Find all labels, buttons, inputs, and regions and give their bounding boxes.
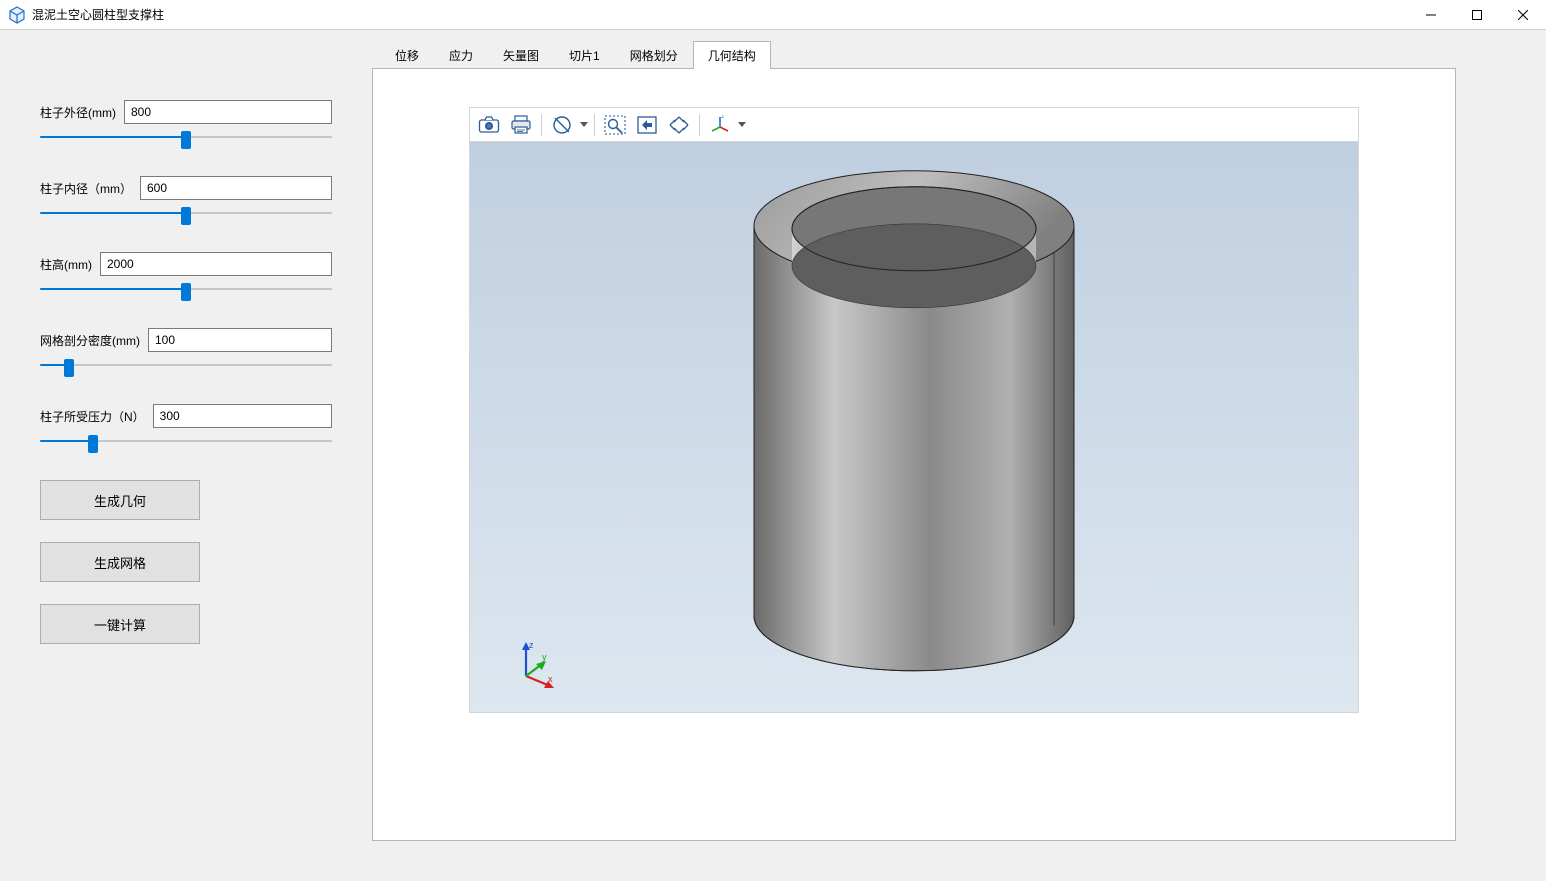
close-button[interactable]: [1500, 0, 1546, 30]
window-title: 混泥土空心圆柱型支撑柱: [32, 6, 164, 23]
viewport-canvas[interactable]: z x y: [469, 141, 1359, 713]
param-label: 柱子内径（mm）: [40, 180, 132, 197]
param-height: 柱高(mm): [40, 252, 332, 296]
tab-displacement[interactable]: 位移: [380, 41, 434, 69]
lock-dropdown[interactable]: [579, 122, 589, 128]
mesh-density-input[interactable]: [148, 328, 332, 352]
force-slider[interactable]: [40, 434, 332, 448]
fit-view-icon[interactable]: [632, 111, 662, 139]
force-input[interactable]: [153, 404, 332, 428]
titlebar: 混泥土空心圆柱型支撑柱: [0, 0, 1546, 30]
camera-icon[interactable]: [474, 111, 504, 139]
param-outer-diameter: 柱子外径(mm): [40, 100, 332, 144]
main-panel: 位移 应力 矢量图 切片1 网格划分 几何结构: [372, 30, 1546, 881]
toolbar-separator: [699, 114, 700, 136]
gizmo-x-label: x: [548, 674, 553, 684]
compute-button[interactable]: 一键计算: [40, 604, 200, 644]
hollow-cylinder-model: [734, 141, 1094, 696]
axes-view-icon[interactable]: z: [705, 111, 735, 139]
param-label: 柱子所受压力（N）: [40, 408, 145, 425]
minimize-button[interactable]: [1408, 0, 1454, 30]
viewer-toolbar: z: [469, 107, 1359, 141]
maximize-button[interactable]: [1454, 0, 1500, 30]
param-label: 网格剖分密度(mm): [40, 332, 140, 349]
tab-vector[interactable]: 矢量图: [488, 41, 554, 69]
app-icon: [8, 6, 26, 24]
axis-gizmo: z x y: [512, 642, 556, 690]
print-icon[interactable]: [506, 111, 536, 139]
toolbar-separator: [541, 114, 542, 136]
inner-diameter-input[interactable]: [140, 176, 332, 200]
lock-icon[interactable]: [547, 111, 577, 139]
param-label: 柱高(mm): [40, 256, 92, 273]
toolbar-separator: [594, 114, 595, 136]
svg-text:z: z: [721, 115, 724, 120]
height-input[interactable]: [100, 252, 332, 276]
generate-mesh-button[interactable]: 生成网格: [40, 542, 200, 582]
tabs: 位移 应力 矢量图 切片1 网格划分 几何结构: [372, 40, 1456, 68]
outer-diameter-slider[interactable]: [40, 130, 332, 144]
outer-diameter-input[interactable]: [124, 100, 332, 124]
axes-dropdown[interactable]: [737, 122, 747, 128]
sidebar: 柱子外径(mm) 柱子内径（mm）: [0, 30, 372, 881]
mesh-density-slider[interactable]: [40, 358, 332, 372]
app-window: 混泥土空心圆柱型支撑柱 柱子外径(mm): [0, 0, 1546, 881]
param-label: 柱子外径(mm): [40, 104, 116, 121]
generate-geometry-button[interactable]: 生成几何: [40, 480, 200, 520]
tab-slice1[interactable]: 切片1: [554, 41, 615, 69]
zoom-window-icon[interactable]: [600, 111, 630, 139]
viewer-frame: z: [372, 68, 1456, 841]
param-inner-diameter: 柱子内径（mm）: [40, 176, 332, 220]
gizmo-y-label: y: [542, 652, 547, 662]
content-area: 柱子外径(mm) 柱子内径（mm）: [0, 30, 1546, 881]
param-force: 柱子所受压力（N）: [40, 404, 332, 448]
gizmo-z-label: z: [529, 642, 534, 650]
tab-stress[interactable]: 应力: [434, 41, 488, 69]
tab-mesh[interactable]: 网格划分: [615, 41, 693, 69]
zoom-extents-icon[interactable]: [664, 111, 694, 139]
param-mesh-density: 网格剖分密度(mm): [40, 328, 332, 372]
height-slider[interactable]: [40, 282, 332, 296]
inner-diameter-slider[interactable]: [40, 206, 332, 220]
tab-geometry[interactable]: 几何结构: [693, 41, 771, 69]
